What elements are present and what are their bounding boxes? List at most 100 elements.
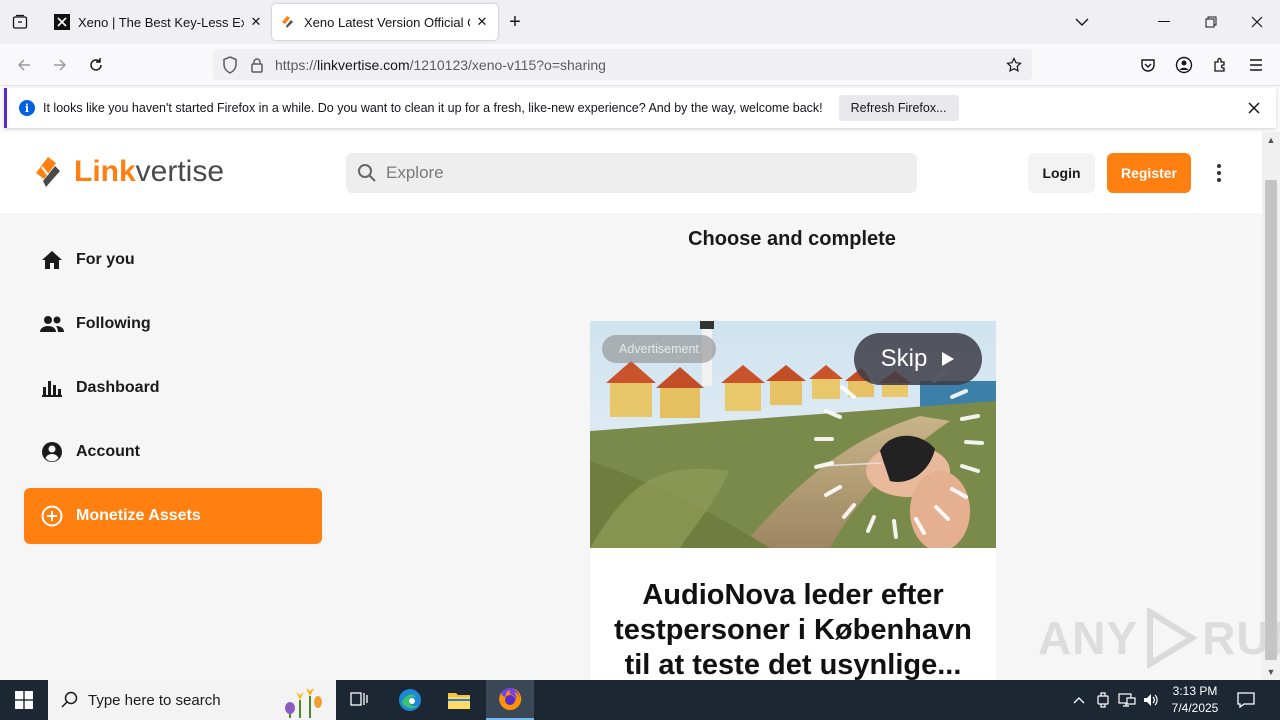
taskbar-file-explorer[interactable] <box>435 680 483 720</box>
account-circle-icon <box>40 440 64 464</box>
windows-logo-icon <box>15 691 33 709</box>
chevron-up-icon <box>1073 697 1085 704</box>
action-center-button[interactable] <box>1234 688 1258 712</box>
tab-list-icon <box>12 14 28 29</box>
search-icon <box>356 162 378 184</box>
reload-button[interactable] <box>83 52 109 78</box>
watermark-text-right: RUN <box>1202 612 1280 664</box>
skip-ad-button[interactable]: Skip <box>854 333 982 385</box>
browser-tab-linkvertise[interactable]: Xeno Latest Version Official Cor ✕ <box>272 4 498 40</box>
tab-title: Xeno | The Best Key-Less Execut <box>78 14 244 30</box>
pocket-button[interactable] <box>1135 52 1161 78</box>
firefox-notification-bar: i It looks like you haven't started Fire… <box>4 88 1276 128</box>
more-options-button[interactable] <box>1208 160 1230 186</box>
ad-title[interactable]: AudioNova leder efter testpersoner i Køb… <box>600 578 986 680</box>
url-domain: linkvertise.com <box>317 56 410 73</box>
taskbar-clock[interactable]: 3:13 PM 7/4/2025 <box>1160 683 1230 717</box>
puzzle-icon <box>1214 57 1225 72</box>
tab-overflow-button[interactable] <box>1070 10 1094 34</box>
register-button[interactable]: Register <box>1107 153 1191 193</box>
hamburger-icon <box>1250 59 1262 71</box>
volume-icon[interactable] <box>1141 680 1161 720</box>
network-icon[interactable] <box>1117 680 1137 720</box>
ad-image[interactable]: Advertisement Skip <box>590 321 996 548</box>
account-button[interactable] <box>1171 52 1197 78</box>
skip-label: Skip <box>880 345 928 372</box>
browser-tab-xeno[interactable]: Xeno | The Best Key-Less Execut ✕ <box>46 4 272 40</box>
refresh-firefox-button[interactable]: Refresh Firefox... <box>838 95 959 121</box>
site-sidebar: For you Following Dashboard Account Mone… <box>24 232 322 552</box>
search-icon <box>60 690 80 710</box>
watermark-text-left: ANY <box>1038 612 1139 664</box>
tab-title: Xeno Latest Version Official Cor <box>304 14 470 30</box>
minimize-button[interactable] <box>1152 10 1176 34</box>
scroll-up-arrow-icon[interactable]: ▲ <box>1265 134 1277 146</box>
forward-button[interactable] <box>47 52 73 78</box>
new-tab-button[interactable]: + <box>503 10 527 34</box>
back-button[interactable] <box>11 52 37 78</box>
extensions-button[interactable] <box>1207 52 1233 78</box>
explore-search-input[interactable]: Explore <box>346 153 917 193</box>
advertisement-badge: Advertisement <box>602 335 716 363</box>
site-header: Linkvertise Explore Login Register <box>0 132 1262 213</box>
account-icon <box>1175 56 1193 74</box>
taskbar-search-placeholder: Type here to search <box>88 691 221 709</box>
show-hidden-icons-button[interactable] <box>1070 680 1088 720</box>
windows-taskbar: Type here to search 3:13 PM 7/4/2025 <box>0 680 1280 720</box>
tracking-protection-icon[interactable] <box>221 55 239 74</box>
tab-close-icon[interactable]: ✕ <box>474 14 490 30</box>
people-icon <box>40 312 64 336</box>
sidebar-item-dashboard[interactable]: Dashboard <box>24 360 322 416</box>
restore-button[interactable] <box>1199 10 1223 34</box>
shield-icon <box>223 55 237 74</box>
anyrun-watermark: ANY RUN <box>1038 608 1280 668</box>
kebab-menu-icon <box>1217 164 1221 182</box>
sidebar-item-for-you[interactable]: For you <box>24 232 322 288</box>
play-logo-icon <box>1147 608 1198 668</box>
notification-close-button[interactable] <box>1244 98 1264 118</box>
restore-icon <box>1205 16 1217 28</box>
logo-text-link: Link <box>74 155 136 188</box>
navigation-toolbar: https://linkvertise.com/1210123/xeno-v11… <box>0 44 1280 86</box>
sidebar-item-label: For you <box>76 251 135 268</box>
login-button[interactable]: Login <box>1028 153 1095 193</box>
taskbar-search-box[interactable]: Type here to search <box>48 680 336 720</box>
url-path: /1210123/xeno-v115?o=sharing <box>409 56 606 73</box>
firefox-icon <box>499 687 522 710</box>
sidebar-item-label: Dashboard <box>76 379 160 396</box>
chevron-down-icon <box>1075 18 1089 26</box>
tray-device-icon[interactable] <box>1094 680 1112 720</box>
menu-button[interactable] <box>1243 52 1269 78</box>
xeno-favicon-icon <box>54 14 70 30</box>
sidebar-item-following[interactable]: Following <box>24 296 322 352</box>
linkvertise-logo[interactable]: Linkvertise <box>32 152 224 192</box>
arrow-left-icon <box>17 59 30 71</box>
page-scrollbar[interactable]: ▲ ▼ <box>1262 132 1280 680</box>
bookmark-star-icon[interactable] <box>1004 55 1024 75</box>
notification-icon <box>1237 692 1255 708</box>
tab-close-icon[interactable]: ✕ <box>248 14 264 30</box>
play-icon <box>942 352 955 366</box>
url-text[interactable]: https://linkvertise.com/1210123/xeno-v11… <box>275 57 1004 73</box>
sidebar-item-label: Monetize Assets <box>76 507 201 524</box>
sidebar-item-account[interactable]: Account <box>24 424 322 480</box>
clock-time: 3:13 PM <box>1172 684 1218 698</box>
tulips-decoration-icon <box>285 688 322 718</box>
task-view-button[interactable] <box>336 680 384 720</box>
taskbar-firefox[interactable] <box>486 680 534 720</box>
scrollbar-thumb[interactable] <box>1265 180 1277 660</box>
sidebar-item-monetize-assets[interactable]: Monetize Assets <box>24 488 322 544</box>
minimize-icon <box>1158 21 1170 22</box>
url-prefix: https:// <box>275 56 318 73</box>
notification-message: It looks like you haven't started Firefo… <box>43 101 823 115</box>
address-bar[interactable]: https://linkvertise.com/1210123/xeno-v11… <box>213 49 1032 80</box>
taskbar-edge[interactable] <box>386 680 434 720</box>
reload-icon <box>90 58 102 71</box>
start-button[interactable] <box>0 680 48 720</box>
close-window-button[interactable] <box>1245 10 1269 34</box>
info-icon: i <box>19 100 35 116</box>
tab-list-button[interactable] <box>8 10 32 34</box>
page-content: Linkvertise Explore Login Register For y… <box>0 132 1262 680</box>
lock-icon[interactable] <box>249 57 265 73</box>
advertisement-card[interactable]: Advertisement Skip AudioNova leder efter… <box>590 321 996 680</box>
